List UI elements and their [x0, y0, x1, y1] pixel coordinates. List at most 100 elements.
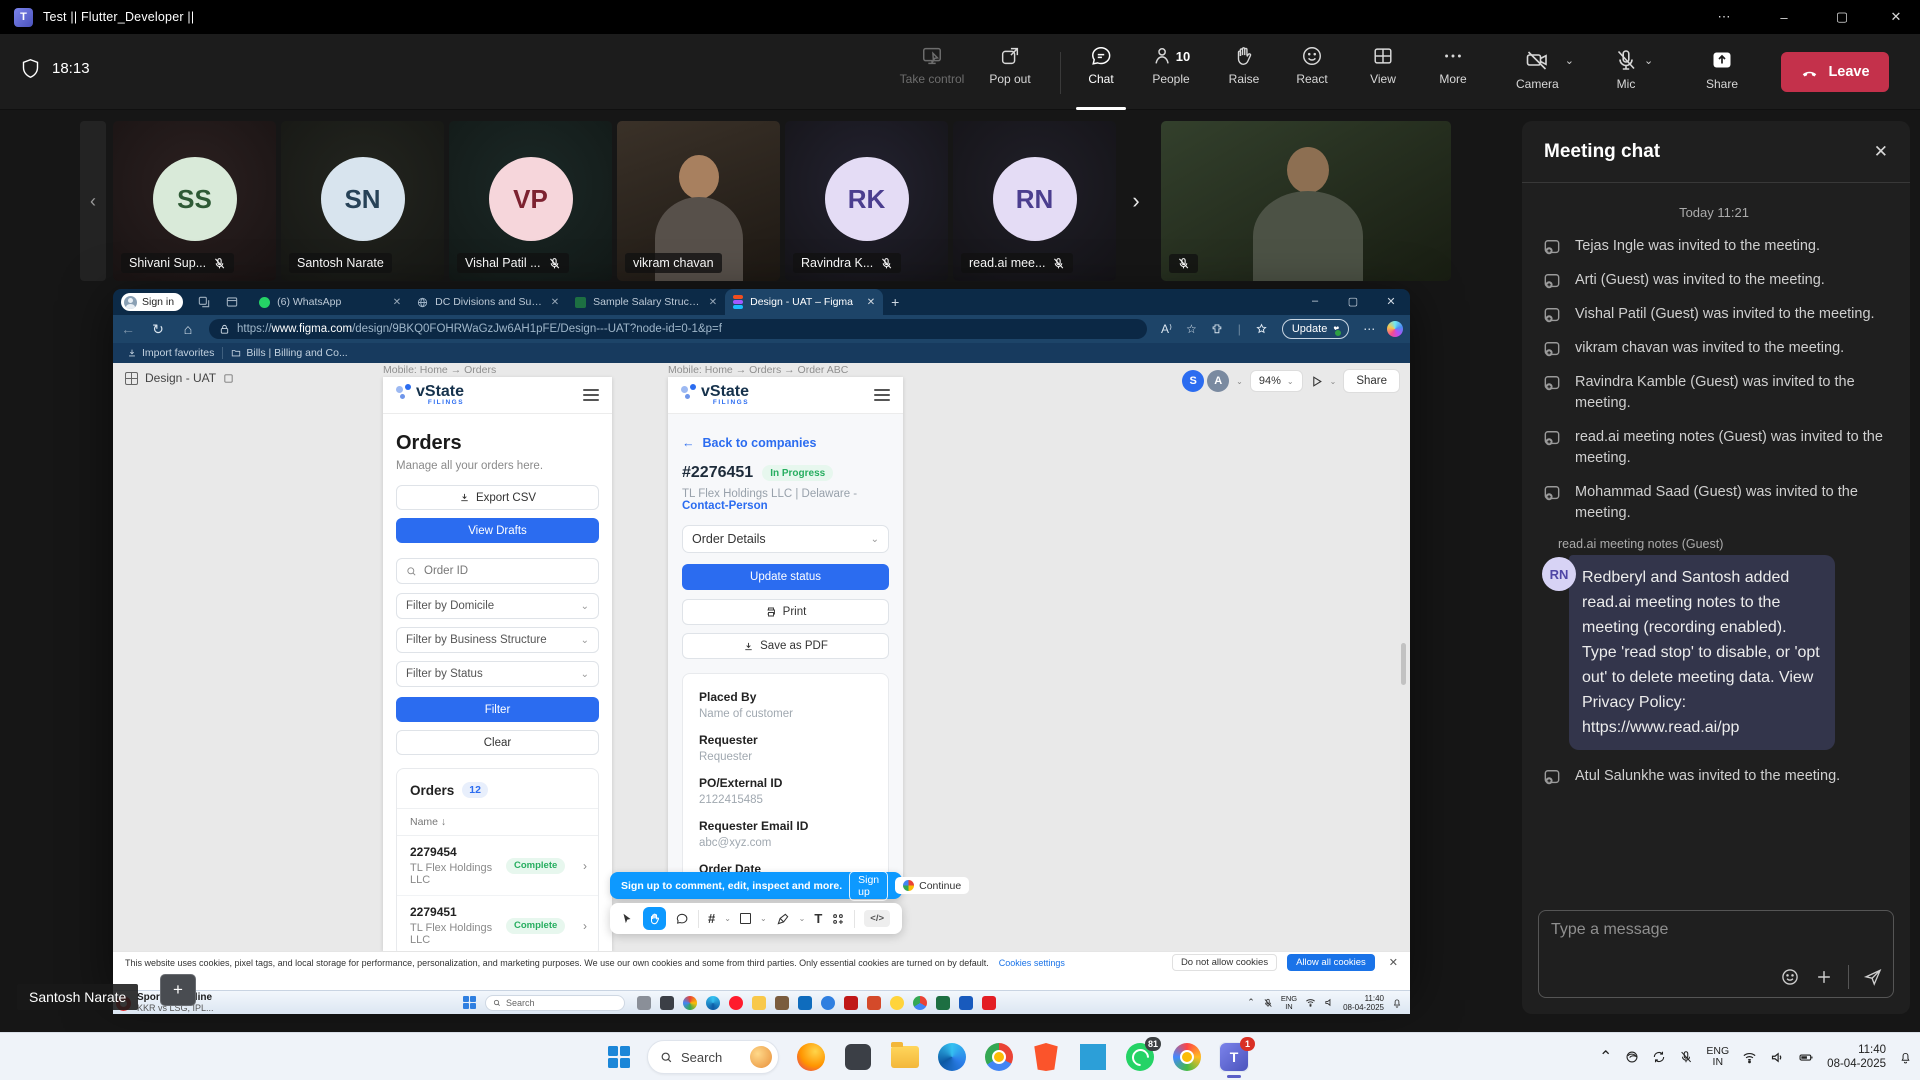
- browser-tab-active[interactable]: Design - UAT – Figma✕: [725, 289, 883, 315]
- annotation-plus-button[interactable]: [160, 974, 196, 1006]
- browser-close-icon[interactable]: ✕: [1372, 289, 1410, 313]
- figma-share-button[interactable]: Share: [1343, 369, 1400, 393]
- people-button[interactable]: 10 People: [1133, 45, 1209, 103]
- save-as-pdf-button[interactable]: Save as PDF: [682, 633, 889, 659]
- camera-control[interactable]: Camera ⌄: [1516, 48, 1574, 91]
- tray-expand-icon[interactable]: ⌃: [1599, 1047, 1612, 1067]
- collaborator-avatar[interactable]: A: [1207, 370, 1229, 392]
- taskbar-app-file-explorer[interactable]: [890, 1042, 920, 1072]
- participant-tile-video[interactable]: vikram chavan: [617, 121, 780, 281]
- share-control[interactable]: Share: [1706, 48, 1738, 91]
- browser-maximize-icon[interactable]: ▢: [1334, 289, 1372, 313]
- leave-button[interactable]: Leave: [1781, 52, 1889, 92]
- frame-label[interactable]: Mobile: Home → Orders → Order ABC: [668, 364, 848, 376]
- taskbar-app-teams[interactable]: 1: [1219, 1042, 1249, 1072]
- order-id-search[interactable]: Order ID: [396, 558, 599, 584]
- browser-minimize-icon[interactable]: –: [1296, 289, 1334, 313]
- taskbar-app-chrome[interactable]: [984, 1042, 1014, 1072]
- workspaces-icon[interactable]: [197, 295, 211, 309]
- react-button[interactable]: React: [1274, 45, 1350, 103]
- extensions-icon[interactable]: [1211, 323, 1224, 336]
- move-tool-icon[interactable]: [620, 912, 634, 926]
- frame-label[interactable]: Mobile: Home → Orders: [383, 364, 496, 376]
- tab-close-icon[interactable]: ✕: [709, 297, 717, 308]
- new-tab-icon[interactable]: +: [891, 294, 899, 310]
- edge-tray-icon[interactable]: [1625, 1050, 1639, 1064]
- order-row[interactable]: 2279451TL Flex Holdings LLC Complete ›: [397, 896, 598, 951]
- figma-doc-chip[interactable]: Design - UAT: [125, 371, 234, 385]
- frame-tool-icon[interactable]: #: [708, 911, 715, 926]
- figma-signup-button[interactable]: Sign up: [849, 871, 888, 901]
- deny-cookies-button[interactable]: Do not allow cookies: [1172, 954, 1277, 971]
- send-icon[interactable]: [1863, 967, 1883, 987]
- minimize-icon[interactable]: –: [1760, 0, 1808, 34]
- participant-tile[interactable]: SS Shivani Sup...: [113, 121, 276, 281]
- tab-close-icon[interactable]: ✕: [551, 297, 559, 308]
- titlebar-more-icon[interactable]: ⋯: [1700, 0, 1748, 34]
- read-aloud-icon[interactable]: A⁾: [1161, 322, 1172, 336]
- hamburger-menu-icon[interactable]: [874, 386, 890, 403]
- participant-tile[interactable]: RN read.ai mee...: [953, 121, 1116, 281]
- mic-tray-icon[interactable]: [1679, 1050, 1693, 1064]
- contact-person-link[interactable]: Contact-Person: [682, 500, 768, 512]
- wifi-icon[interactable]: [1742, 1050, 1757, 1065]
- emoji-icon[interactable]: [1780, 967, 1800, 987]
- taskbar-app-vscode[interactable]: [1078, 1042, 1108, 1072]
- favorite-star-icon[interactable]: ☆: [1186, 322, 1197, 336]
- filter-status-dropdown[interactable]: Filter by Status⌄: [396, 661, 599, 687]
- close-icon[interactable]: ✕: [1872, 0, 1920, 34]
- order-details-dropdown[interactable]: Order Details⌄: [682, 525, 889, 553]
- canvas-scrollbar[interactable]: [1401, 643, 1406, 685]
- chat-button[interactable]: Chat: [1063, 45, 1139, 103]
- column-header[interactable]: Name ↓: [397, 808, 598, 836]
- present-chevron-icon[interactable]: ⌄: [1330, 377, 1337, 386]
- cookie-settings-link[interactable]: Cookies settings: [999, 958, 1065, 968]
- raise-hand-button[interactable]: Raise: [1206, 45, 1282, 103]
- tab-close-icon[interactable]: ✕: [867, 297, 875, 308]
- filter-domicile-dropdown[interactable]: Filter by Domicile⌄: [396, 593, 599, 619]
- clock[interactable]: 11:4008-04-2025: [1827, 1043, 1886, 1071]
- back-icon[interactable]: ←: [113, 321, 143, 337]
- filter-button[interactable]: Filter: [396, 697, 599, 722]
- message-input[interactable]: [1551, 921, 1881, 939]
- taskbar-app-whatsapp[interactable]: 81: [1125, 1042, 1155, 1072]
- update-status-button[interactable]: Update status: [682, 564, 889, 590]
- taskbar-app-brave[interactable]: [1031, 1042, 1061, 1072]
- text-tool-icon[interactable]: T: [814, 911, 822, 926]
- allow-cookies-button[interactable]: Allow all cookies: [1287, 954, 1375, 971]
- browser-tab[interactable]: Sample Salary Structure with calc✕: [567, 289, 725, 315]
- browser-menu-icon[interactable]: ⋯: [1363, 322, 1375, 336]
- browser-tab[interactable]: (6) WhatsApp✕: [251, 289, 409, 315]
- favorite-bookmark[interactable]: Bills | Billing and Co...: [231, 347, 347, 359]
- taskbar-app-chrome-profile[interactable]: [1172, 1042, 1202, 1072]
- hamburger-menu-icon[interactable]: [583, 386, 599, 403]
- participant-tile[interactable]: VP Vishal Patil ...: [449, 121, 612, 281]
- export-csv-button[interactable]: Export CSV: [396, 485, 599, 510]
- strip-scroll-left[interactable]: ‹: [80, 121, 106, 281]
- browser-signin-button[interactable]: Sign in: [121, 293, 183, 311]
- favorites-bar-icon[interactable]: [1255, 323, 1268, 336]
- refresh-icon[interactable]: ↻: [143, 321, 173, 338]
- taskbar-app-dark[interactable]: [843, 1042, 873, 1072]
- attach-plus-icon[interactable]: [1814, 967, 1834, 987]
- pop-out-button[interactable]: Pop out: [972, 45, 1048, 103]
- view-drafts-button[interactable]: View Drafts: [396, 518, 599, 543]
- taskbar-search[interactable]: Search: [647, 1040, 779, 1074]
- google-continue-button[interactable]: Continue: [895, 877, 969, 894]
- taskbar-app-firefox[interactable]: [796, 1042, 826, 1072]
- browser-update-button[interactable]: Update ♥: [1282, 319, 1349, 339]
- notification-bell-icon[interactable]: [1899, 1051, 1912, 1064]
- pen-tool-icon[interactable]: [776, 912, 790, 926]
- print-button[interactable]: Print: [682, 599, 889, 625]
- filter-business-structure-dropdown[interactable]: Filter by Business Structure⌄: [396, 627, 599, 653]
- tab-actions-icon[interactable]: [225, 295, 239, 309]
- back-to-companies-link[interactable]: ←Back to companies: [682, 436, 889, 450]
- language-indicator[interactable]: ENGIN: [1706, 1046, 1729, 1068]
- collaborator-avatar[interactable]: S: [1182, 370, 1204, 392]
- more-button[interactable]: More: [1415, 45, 1491, 103]
- shape-tool-icon[interactable]: [740, 913, 751, 924]
- copilot-icon[interactable]: [1387, 321, 1403, 337]
- avatars-chevron-icon[interactable]: ⌄: [1236, 377, 1243, 386]
- chat-close-icon[interactable]: ✕: [1874, 142, 1888, 162]
- zoom-selector[interactable]: 94%⌄: [1250, 370, 1303, 392]
